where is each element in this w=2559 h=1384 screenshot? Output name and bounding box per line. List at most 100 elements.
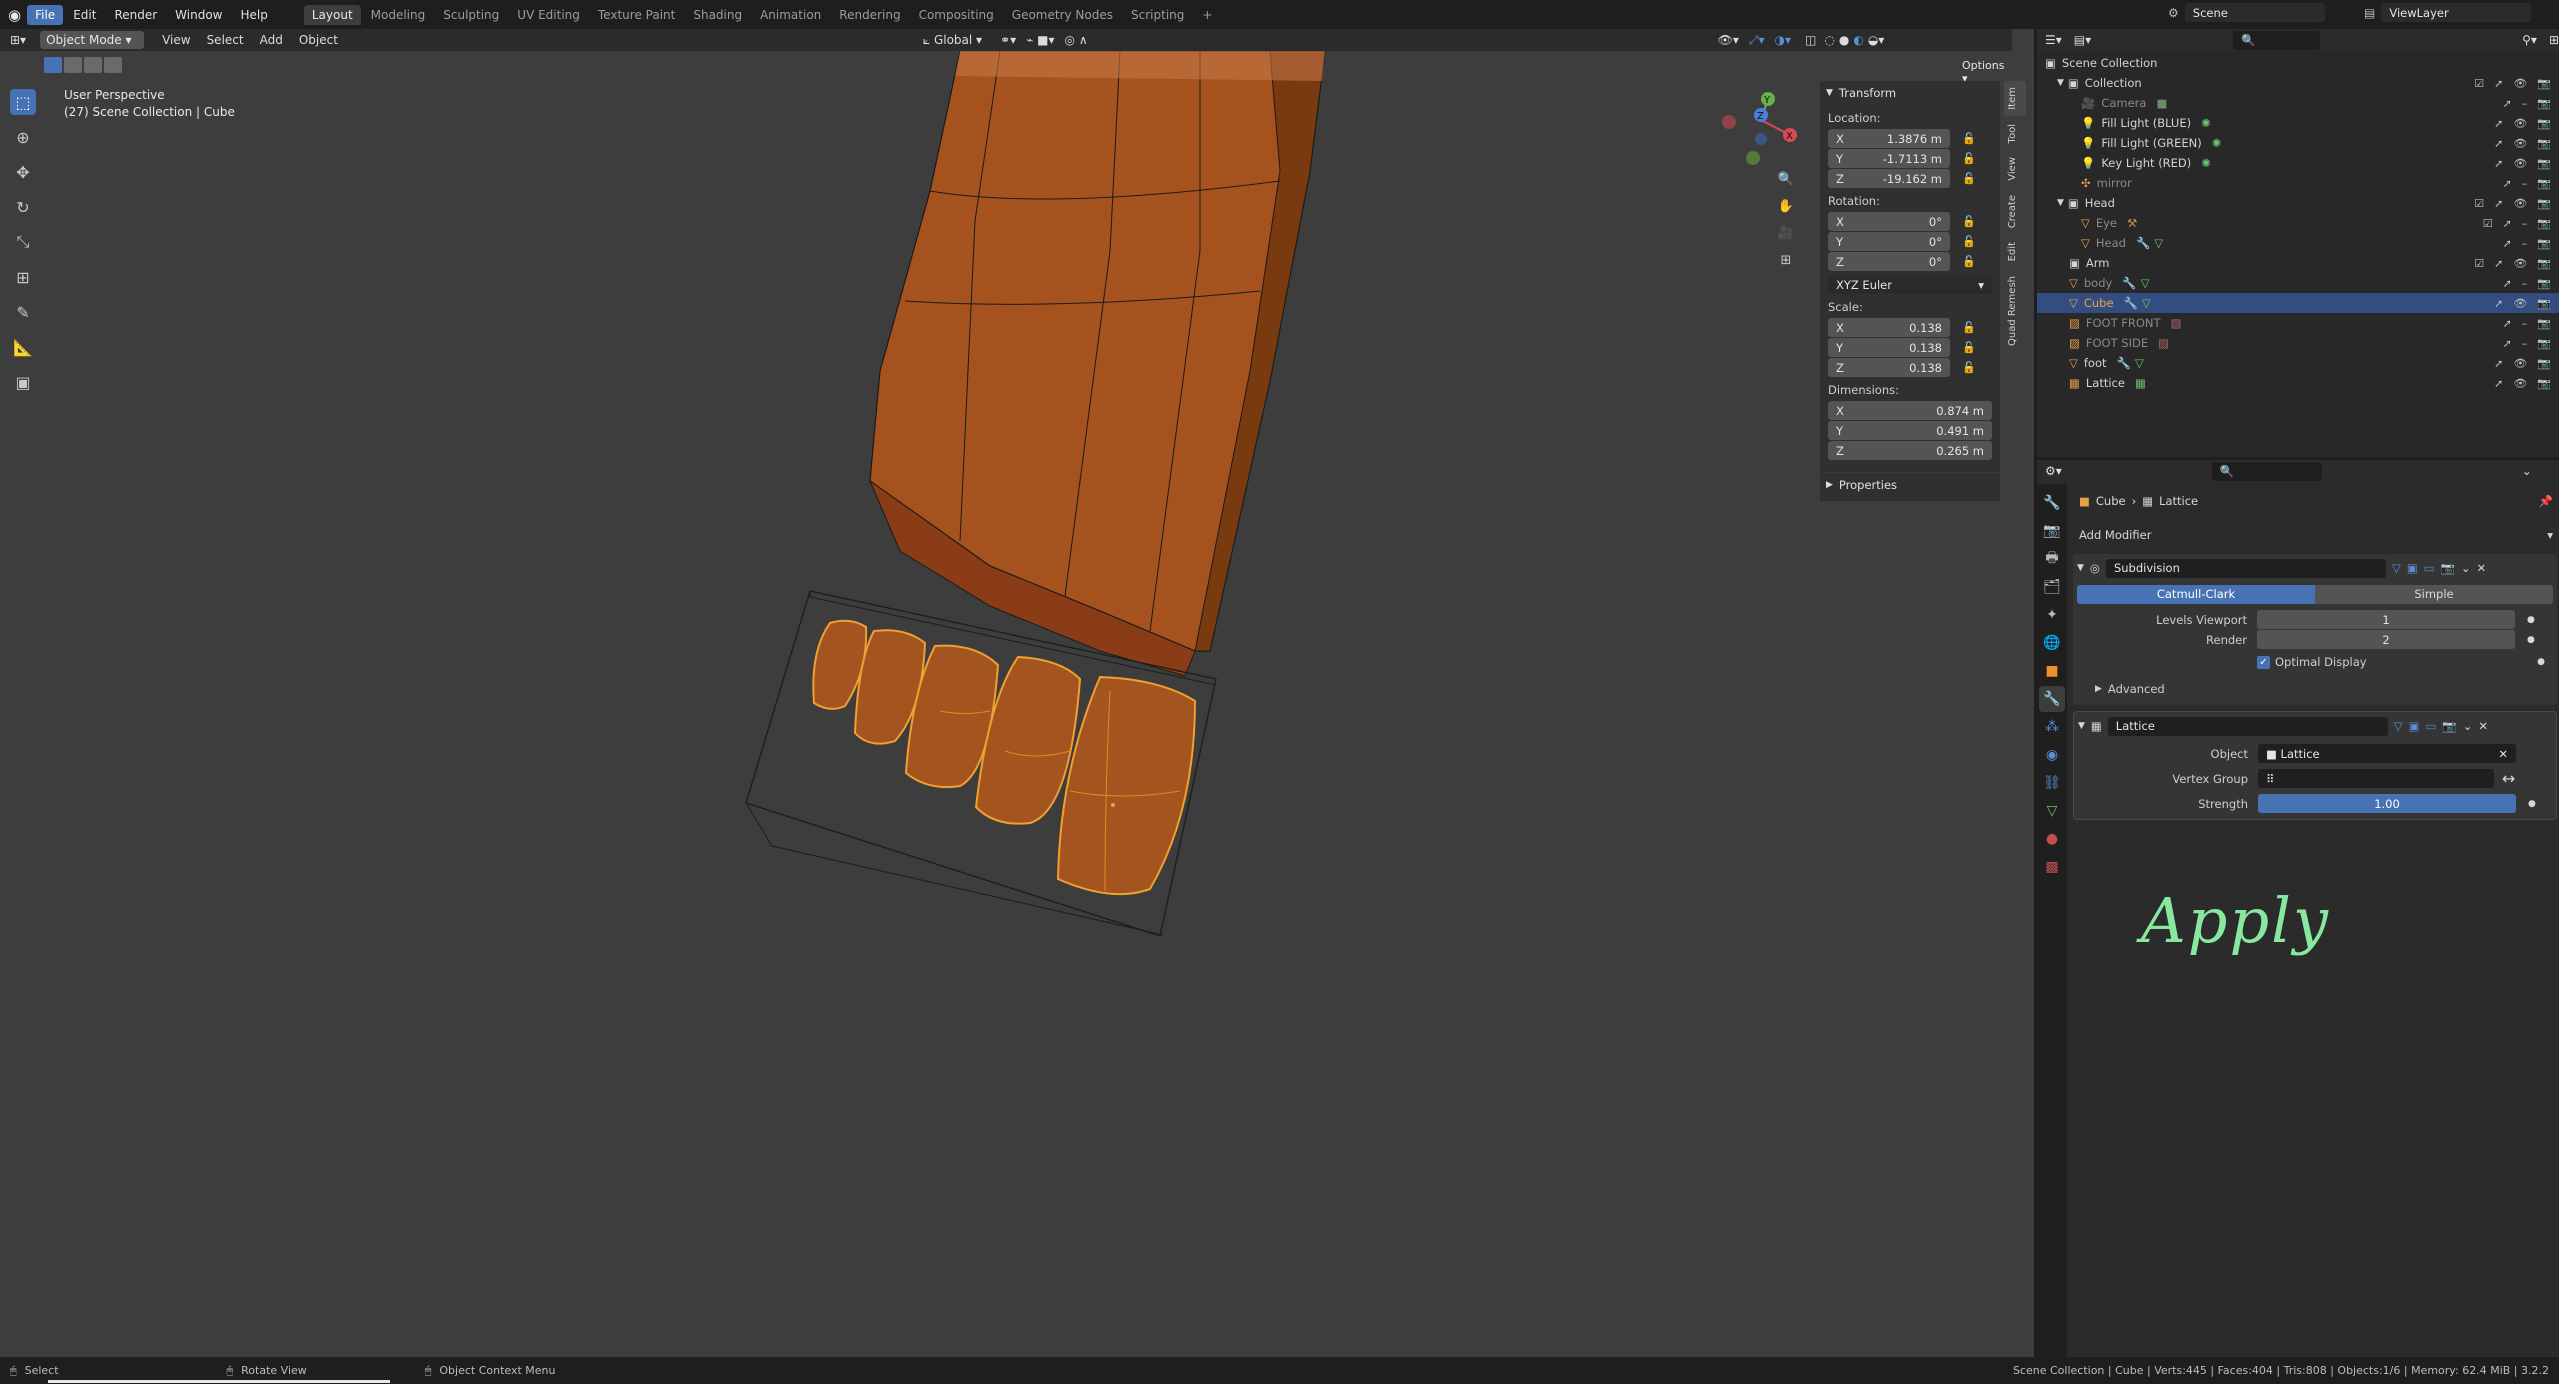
outliner-row-mirror[interactable]: ✣ mirror ➚ – 📷 <box>2037 173 2559 193</box>
properties-editor-icon[interactable]: ⚙▾ <box>2045 464 2062 478</box>
transform-panel-header[interactable]: ▼ Transform <box>1820 81 2000 105</box>
tab-shading[interactable]: Shading <box>685 5 750 25</box>
checkbox-icon[interactable]: ☑ <box>2474 77 2484 90</box>
select-arrow-icon[interactable]: ➚ <box>2494 77 2503 90</box>
camera-view-icon[interactable]: 🎥 <box>1776 223 1796 243</box>
dropdown-icon[interactable]: ⌄ <box>2461 561 2471 575</box>
camera-icon[interactable]: 📷 <box>2537 97 2551 110</box>
camera-icon[interactable]: 📷 <box>2537 157 2551 170</box>
optimal-display-checkbox[interactable]: ✓ <box>2257 655 2270 669</box>
output-tab-icon[interactable]: 🖶 <box>2039 546 2065 572</box>
tool-tab-icon[interactable]: 🔧 <box>2039 490 2065 516</box>
tab-edit[interactable]: Edit <box>2004 236 2026 267</box>
modifier-tab-icon[interactable]: 🔧 <box>2039 686 2065 712</box>
shading-wireframe-icon[interactable]: ◌ <box>1824 33 1834 47</box>
lock-icon[interactable]: 🔓 <box>1962 132 1976 145</box>
view-layer-selector[interactable]: ▤ ViewLayer <box>2364 3 2532 22</box>
outliner-row-head-mesh[interactable]: ▽ Head 🔧 ▽ ➚ – 📷 <box>2037 233 2559 253</box>
add-modifier-button[interactable]: Add Modifier ▾ <box>2073 524 2557 546</box>
proportional-edit-icon[interactable]: ◎ ∧ <box>1065 33 1088 47</box>
camera-icon[interactable]: 📷 <box>2537 257 2551 270</box>
eye-closed-icon[interactable]: – <box>2522 337 2528 350</box>
scene-selector[interactable]: ⚙ Scene <box>2168 3 2325 22</box>
viewport-toggle-icon[interactable]: ▭ <box>2424 561 2435 575</box>
close-icon[interactable]: ✕ <box>2477 561 2487 575</box>
properties-search-input[interactable]: 🔍 <box>2211 461 2322 481</box>
advanced-subpanel[interactable]: ▶ Advanced <box>2077 679 2553 699</box>
eye-closed-icon[interactable]: – <box>2522 277 2528 290</box>
world-tab-icon[interactable]: 🌐 <box>2039 630 2065 656</box>
tab-quad-remesh[interactable]: Quad Remesh <box>2004 270 2026 352</box>
zoom-icon[interactable]: 🔍 <box>1776 169 1796 189</box>
location-y-field[interactable]: Y -1.7113 m <box>1828 149 1950 168</box>
eye-icon[interactable]: 👁 <box>2513 357 2527 370</box>
outliner-row-arm[interactable]: ▣ Arm ☑ ➚ 👁 📷 <box>2037 253 2559 273</box>
menu-view[interactable]: View <box>162 33 190 47</box>
xray-icon[interactable]: ◫ <box>1805 33 1816 47</box>
scene-name-field[interactable]: Scene <box>2184 3 2325 22</box>
camera-icon[interactable]: 📷 <box>2537 77 2551 90</box>
eye-icon[interactable]: 👁 <box>2513 117 2527 130</box>
outliner-row-fill-light-green[interactable]: 💡 Fill Light (GREEN) ✺ ➚ 👁 📷 <box>2037 133 2559 153</box>
tab-texture-paint[interactable]: Texture Paint <box>590 5 683 25</box>
outliner-row-foot-front[interactable]: ▨ FOOT FRONT ▨ ➚ – 📷 <box>2037 313 2559 333</box>
material-tab-icon[interactable]: ● <box>2039 826 2065 852</box>
outliner-row-body[interactable]: ▽ body 🔧 ▽ ➚ – 📷 <box>2037 273 2559 293</box>
location-x-field[interactable]: X 1.3876 m <box>1828 129 1950 148</box>
texture-tab-icon[interactable]: ▩ <box>2039 854 2065 880</box>
checkbox-icon[interactable]: ☑ <box>2474 197 2484 210</box>
edit-mode-toggle-icon[interactable]: ▽ <box>2392 561 2401 575</box>
pin-icon[interactable]: 📌 <box>2539 494 2553 508</box>
camera-icon[interactable]: 📷 <box>2537 337 2551 350</box>
orientation-dropdown[interactable]: ⟀ Global ▾ <box>923 33 982 48</box>
tab-animation[interactable]: Animation <box>752 5 829 25</box>
tab-create[interactable]: Create <box>2004 189 2026 234</box>
tab-uv-editing[interactable]: UV Editing <box>509 5 588 25</box>
tab-tool[interactable]: Tool <box>2004 118 2026 149</box>
outliner-row-eye[interactable]: ▽ Eye ⚒ ☑ ➚ – 📷 <box>2037 213 2559 233</box>
tab-modeling[interactable]: Modeling <box>363 5 434 25</box>
simple-button[interactable]: Simple <box>2315 584 2553 604</box>
eye-icon[interactable]: 👁 <box>2513 77 2527 90</box>
render-toggle-icon[interactable]: 📷 <box>2441 561 2455 575</box>
pivot-icon[interactable]: ⚭▾ <box>1000 33 1016 47</box>
eye-icon[interactable]: 👁 <box>2513 157 2527 170</box>
select-arrow-icon[interactable]: ➚ <box>2494 157 2503 170</box>
camera-icon[interactable]: 📷 <box>2537 177 2551 190</box>
menu-window[interactable]: Window <box>167 5 230 25</box>
select-arrow-icon[interactable]: ➚ <box>2503 217 2512 230</box>
lock-icon[interactable]: 🔓 <box>1962 235 1976 248</box>
dimension-y-field[interactable]: Y 0.491 m <box>1828 421 1992 440</box>
gizmo-neg-y-icon[interactable] <box>1746 151 1760 165</box>
eye-closed-icon[interactable]: – <box>2522 177 2528 190</box>
select-arrow-icon[interactable]: ➚ <box>2503 317 2512 330</box>
select-arrow-icon[interactable]: ➚ <box>2494 377 2503 390</box>
new-collection-icon[interactable]: ⊞ <box>2549 33 2559 47</box>
tab-sculpting[interactable]: Sculpting <box>435 5 507 25</box>
subdivision-name-field[interactable]: Subdivision <box>2105 558 2386 578</box>
menu-render[interactable]: Render <box>106 5 165 25</box>
cage-toggle-icon[interactable]: ▣ <box>2407 561 2418 575</box>
keyframe-dot-icon[interactable]: ● <box>2527 635 2535 645</box>
levels-viewport-field[interactable]: 1 <box>2257 610 2515 629</box>
tab-rendering[interactable]: Rendering <box>831 5 908 25</box>
select-arrow-icon[interactable]: ➚ <box>2503 237 2512 250</box>
lattice-name-field[interactable]: Lattice <box>2107 716 2388 736</box>
display-mode-icon[interactable]: ▤▾ <box>2074 33 2091 47</box>
keyframe-dot-icon[interactable]: ● <box>2537 657 2545 667</box>
viewport-toggle-icon[interactable]: ▭ <box>2426 719 2437 733</box>
outliner-row-fill-light-blue[interactable]: 💡 Fill Light (BLUE) ✺ ➚ 👁 📷 <box>2037 113 2559 133</box>
expand-icon[interactable]: ⌄ <box>2522 464 2532 478</box>
camera-icon[interactable]: 📷 <box>2537 137 2551 150</box>
tab-scripting[interactable]: Scripting <box>1123 5 1192 25</box>
menu-file[interactable]: File <box>27 4 64 25</box>
tab-geometry-nodes[interactable]: Geometry Nodes <box>1004 5 1121 25</box>
menu-object[interactable]: Object <box>299 33 338 47</box>
eye-icon[interactable]: 👁 <box>2513 197 2527 210</box>
lattice-object-field[interactable]: ■ Lattice ✕ <box>2258 744 2516 763</box>
outliner-row-camera[interactable]: 🎥 Camera ■ ➚ – 📷 <box>2037 93 2559 113</box>
keyframe-dot-icon[interactable]: ● <box>2528 799 2536 809</box>
rotation-y-field[interactable]: Y 0° <box>1828 232 1950 251</box>
select-arrow-icon[interactable]: ➚ <box>2503 97 2512 110</box>
eye-icon[interactable]: 👁 <box>2513 257 2527 270</box>
